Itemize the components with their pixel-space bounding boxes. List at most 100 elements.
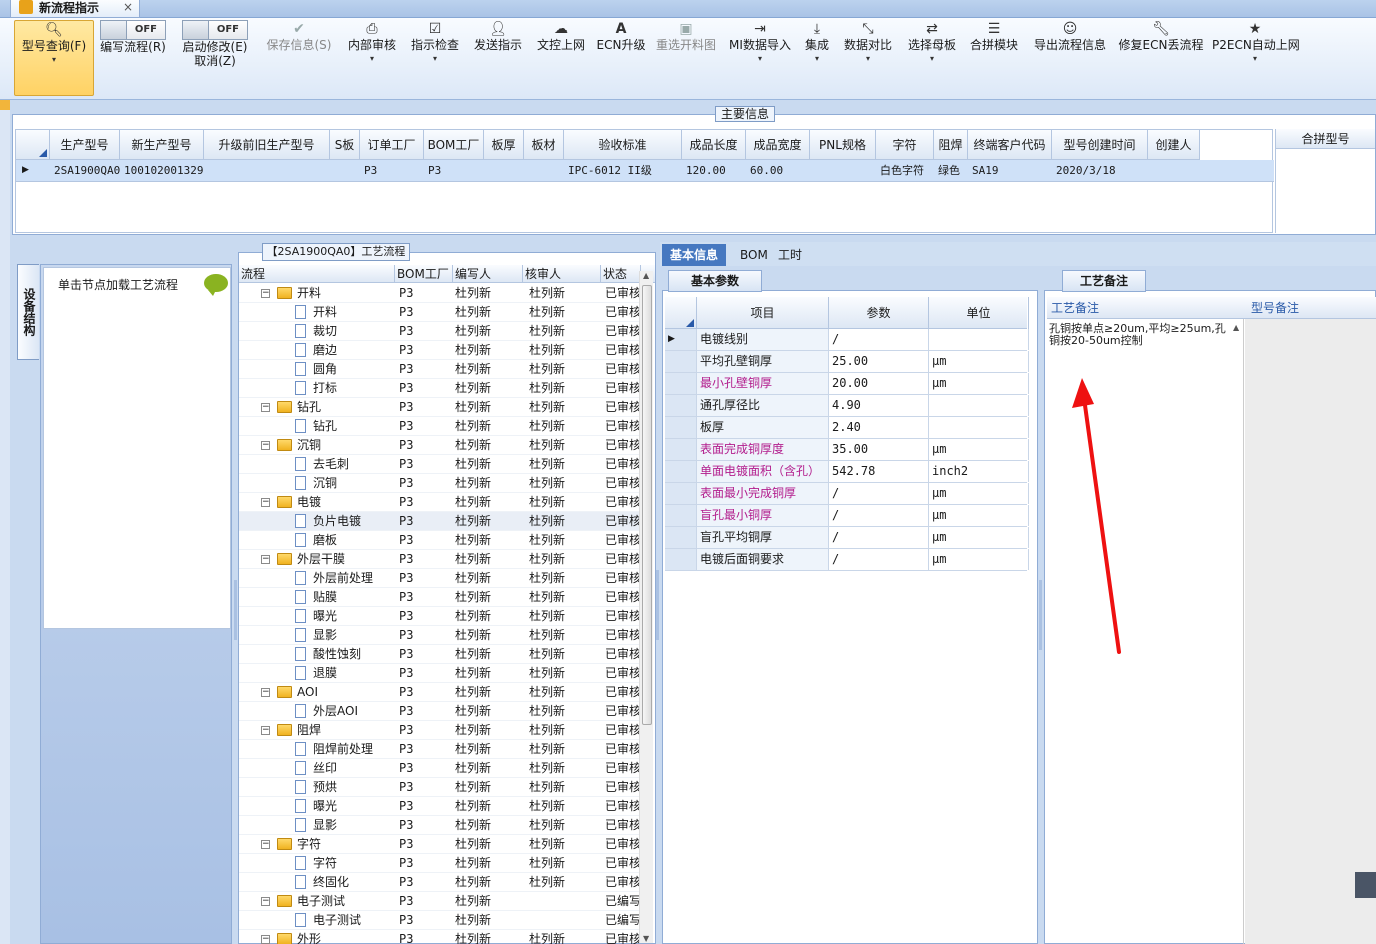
export-flow-info-button[interactable]: ☺ 导出流程信息: [1030, 20, 1110, 96]
scroll-down-icon[interactable]: ▼: [643, 934, 649, 943]
row-selector[interactable]: [665, 549, 697, 570]
col-header[interactable]: 创建人: [1148, 130, 1200, 160]
send-instruction-button[interactable]: 👤︎ 发送指示: [470, 20, 526, 96]
model-note-area[interactable]: [1245, 319, 1376, 944]
flow-col-header[interactable]: 核审人: [523, 265, 601, 283]
flow-tree-item[interactable]: 打标 P3 杜列新 杜列新 已审核: [239, 379, 639, 398]
row-selector[interactable]: [665, 527, 697, 548]
param-value[interactable]: 542.78: [829, 461, 929, 482]
param-row[interactable]: 单面电镀面积（含孔） 542.78 inch2: [665, 461, 1029, 483]
table-cell[interactable]: 120.00: [682, 160, 746, 181]
row-selector[interactable]: [665, 351, 697, 372]
toggle-switch[interactable]: OFF: [100, 20, 166, 40]
collapse-toggle-icon[interactable]: −: [261, 688, 270, 697]
col-header[interactable]: 验收标准: [564, 130, 682, 160]
flow-tree-item[interactable]: − 电镀 P3 杜列新 杜列新 已审核: [239, 493, 639, 512]
table-cell[interactable]: 60.00: [746, 160, 810, 181]
select-mother-board-button[interactable]: ⇄ 选择母板 ▾: [903, 20, 961, 96]
flow-tree-item[interactable]: 钻孔 P3 杜列新 杜列新 已审核: [239, 417, 639, 436]
mi-data-import-button[interactable]: ⇥ MI数据导入 ▾: [726, 20, 794, 96]
table-cell[interactable]: [810, 160, 876, 181]
splitter-handle[interactable]: [234, 580, 237, 640]
param-row[interactable]: 最小孔壁铜厚 20.00 μm: [665, 373, 1029, 395]
collapse-toggle-icon[interactable]: −: [261, 555, 270, 564]
flow-col-header[interactable]: 编写人: [453, 265, 523, 283]
collapse-toggle-icon[interactable]: −: [261, 840, 270, 849]
flow-tree-item[interactable]: 外层AOI P3 杜列新 杜列新 已审核: [239, 702, 639, 721]
table-cell[interactable]: [204, 160, 330, 181]
process-note-text[interactable]: 孔铜按单点≥20um,平均≥25um,孔铜按20-50um控制: [1049, 323, 1235, 347]
table-cell[interactable]: [484, 160, 524, 181]
param-value[interactable]: 2.40: [829, 417, 929, 438]
document-tab[interactable]: 新流程指示 ×: [10, 0, 140, 18]
param-value[interactable]: 20.00: [829, 373, 929, 394]
param-row[interactable]: 平均孔壁铜厚 25.00 μm: [665, 351, 1029, 373]
equipment-structure-tab[interactable]: 设备结构: [17, 264, 39, 360]
process-note-tab[interactable]: 工艺备注: [1062, 270, 1146, 292]
edit-flow-toggle[interactable]: OFF 编写流程(R): [97, 20, 169, 96]
flow-tree-item[interactable]: − 钻孔 P3 杜列新 杜列新 已审核: [239, 398, 639, 417]
instruction-check-button[interactable]: ☑ 指示检查 ▾: [407, 20, 463, 96]
flow-tree-item[interactable]: 裁切 P3 杜列新 杜列新 已审核: [239, 322, 639, 341]
flow-tree-item[interactable]: 曝光 P3 杜列新 杜列新 已审核: [239, 607, 639, 626]
flow-col-header[interactable]: BOM工厂: [395, 265, 453, 283]
flow-col-header[interactable]: 状态: [601, 265, 641, 283]
equipment-tree[interactable]: 单击节点加载工艺流程: [43, 267, 231, 629]
col-header[interactable]: 订单工厂: [360, 130, 424, 160]
param-row[interactable]: 盲孔平均铜厚 / μm: [665, 527, 1029, 549]
col-header[interactable]: 阻焊: [934, 130, 968, 160]
reselect-cut-drawing-button[interactable]: ▣ 重选开料图: [653, 20, 719, 96]
basic-params-tab[interactable]: 基本参数: [668, 270, 762, 292]
flow-tree-item[interactable]: 去毛刺 P3 杜列新 杜列新 已审核: [239, 455, 639, 474]
flow-tree-item[interactable]: 磨板 P3 杜列新 杜列新 已审核: [239, 531, 639, 550]
flow-tree-item[interactable]: − AOI P3 杜列新 杜列新 已审核: [239, 683, 639, 702]
col-header[interactable]: 升级前旧生产型号: [204, 130, 330, 160]
tab-work-hours[interactable]: 工时: [770, 244, 810, 266]
ecn-upgrade-button[interactable]: A ECN升级: [596, 20, 646, 96]
flow-tree-item[interactable]: 曝光 P3 杜列新 杜列新 已审核: [239, 797, 639, 816]
col-header[interactable]: S板: [330, 130, 360, 160]
flow-tree-item[interactable]: 圆角 P3 杜列新 杜列新 已审核: [239, 360, 639, 379]
col-header[interactable]: BOM工厂: [424, 130, 484, 160]
col-header[interactable]: 字符: [876, 130, 934, 160]
flow-tree-item[interactable]: 显影 P3 杜列新 杜列新 已审核: [239, 626, 639, 645]
scroll-thumb[interactable]: [642, 285, 652, 725]
col-header[interactable]: 生产型号: [50, 130, 120, 160]
row-selector[interactable]: [665, 417, 697, 438]
collapse-toggle-icon[interactable]: −: [261, 289, 270, 298]
param-value[interactable]: /: [829, 505, 929, 526]
corner-widget[interactable]: [1355, 872, 1376, 898]
collapse-toggle-icon[interactable]: −: [261, 897, 270, 906]
internal-review-button[interactable]: ⎙ 内部审核 ▾: [344, 20, 400, 96]
scroll-up-icon[interactable]: ▲: [1233, 323, 1239, 332]
col-header[interactable]: 型号创建时间: [1052, 130, 1148, 160]
param-value[interactable]: /: [829, 329, 929, 350]
start-modify-toggle[interactable]: OFF 启动修改(E) 取消(Z): [178, 20, 252, 96]
flow-tree-item[interactable]: 负片电镀 P3 杜列新 杜列新 已审核: [239, 512, 639, 531]
flow-tree-item[interactable]: 外层前处理 P3 杜列新 杜列新 已审核: [239, 569, 639, 588]
integrate-button[interactable]: ⤓ 集成 ▾: [800, 20, 834, 96]
close-tab-icon[interactable]: ×: [123, 0, 133, 14]
table-row[interactable]: ▶ 2SA1900QA010010200132940 P3P3 IPC-6012 I…: [16, 160, 1274, 182]
collapse-toggle-icon[interactable]: −: [261, 935, 270, 944]
col-header[interactable]: 板厚: [484, 130, 524, 160]
col-header[interactable]: 终端客户代码: [968, 130, 1052, 160]
table-cell[interactable]: 10010200132940: [120, 160, 204, 181]
flow-tree-item[interactable]: 电子测试 P3 杜列新 已编写: [239, 911, 639, 930]
collapse-toggle-icon[interactable]: −: [261, 441, 270, 450]
param-value[interactable]: /: [829, 483, 929, 504]
scroll-up-icon[interactable]: ▲: [643, 271, 649, 280]
collapse-toggle-icon[interactable]: −: [261, 498, 270, 507]
flow-tree-item[interactable]: 开料 P3 杜列新 杜列新 已审核: [239, 303, 639, 322]
merge-module-button[interactable]: ☰ 合拼模块: [967, 20, 1021, 96]
splitter-handle[interactable]: [656, 570, 659, 640]
table-cell[interactable]: 2020/3/18: [1052, 160, 1148, 181]
table-cell[interactable]: P3: [360, 160, 424, 181]
flow-tree-item[interactable]: 退膜 P3 杜列新 杜列新 已审核: [239, 664, 639, 683]
param-row[interactable]: 电镀后面铜要求 / μm: [665, 549, 1029, 571]
flow-tree-item[interactable]: 阻焊前处理 P3 杜列新 杜列新 已审核: [239, 740, 639, 759]
col-header[interactable]: 板材: [524, 130, 564, 160]
table-cell[interactable]: [330, 160, 360, 181]
param-value[interactable]: 25.00: [829, 351, 929, 372]
row-selector[interactable]: [665, 505, 697, 526]
